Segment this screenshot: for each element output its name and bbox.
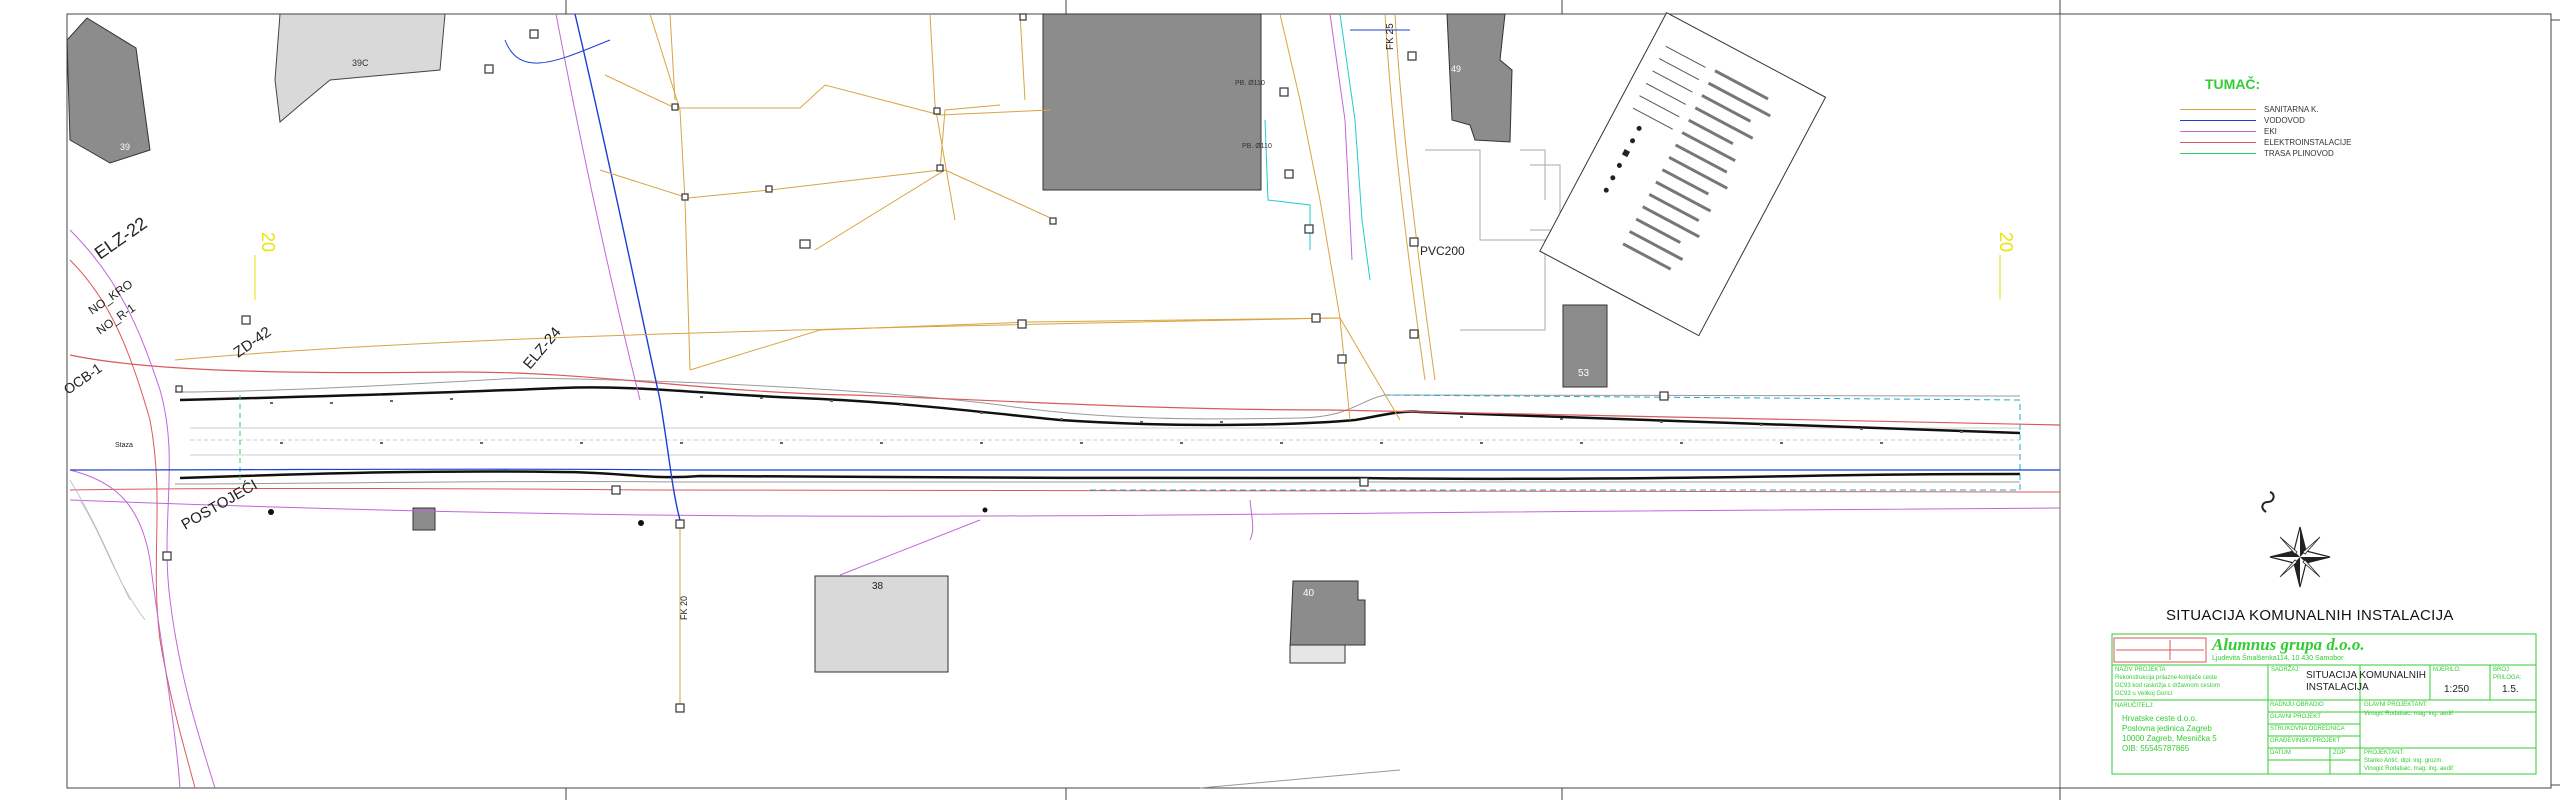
building-label-39c: 39C <box>352 58 369 68</box>
legend-swatch <box>2180 130 2256 132</box>
legend-label: TRASA PLINOVOD <box>2264 148 2334 158</box>
sheet-frame <box>66 13 2552 789</box>
narucitelj-line-3: 10000 Zagreb, Mesnička 5 <box>2122 734 2217 743</box>
street-label-postojeci: POSTOJEĆI <box>179 476 261 533</box>
sadrzaj-value-2: INSTALACIJA <box>2306 682 2369 693</box>
rotated-legend-panel <box>1539 12 1827 337</box>
broj-priloga-value: 1.5. <box>2502 684 2519 695</box>
line-label-pvc200: PVC200 <box>1420 244 1465 258</box>
line-label-pb-2: PB. Ø110 <box>1242 143 1272 150</box>
projektant-label: PROJEKTANT: <box>2364 750 2405 756</box>
naziv-projekta-line-3: GC93 u Velikoj Gorici <box>2115 691 2173 697</box>
stationing-left: 20 <box>258 232 278 252</box>
mjerilo-value: 1:250 <box>2444 684 2470 695</box>
survey-points <box>270 396 1963 444</box>
building-central-shape <box>1042 13 1262 191</box>
legend-swatch <box>2180 141 2256 143</box>
row-zop: ZOP <box>2333 750 2346 756</box>
company-logo-icon <box>2113 637 2207 663</box>
legend-item-plinovod: TRASA PLINOVOD <box>2180 148 2334 158</box>
line-label-elz-22: ELZ-22 <box>91 213 151 263</box>
company-address: Ljudevita Šmalšenka114, 10 430 Samobor <box>2212 655 2344 662</box>
narucitelj-line-4: OIB: 55545787865 <box>2122 744 2190 753</box>
legend-item-sanitarna: SANITARNA K. <box>2180 104 2319 114</box>
north-s-icon <box>2261 491 2275 513</box>
line-label-fk-25: FK 25 <box>1385 23 1396 50</box>
building-39-shape <box>66 17 151 164</box>
narucitelj-line-1: Hrvatske ceste d.o.o. <box>2122 714 2198 723</box>
legend-swatch <box>2180 152 2256 154</box>
row-gradjevinski-projekt: GRAĐEVINSKI PROJEKT <box>2270 738 2341 744</box>
sadrzaj-label: SADRŽAJ: <box>2271 667 2301 673</box>
legend-label: EKI <box>2264 126 2277 136</box>
legend-item-eki: EKI <box>2180 126 2277 136</box>
legend-item-elektro: ELEKTROINSTALACIJE <box>2180 137 2351 147</box>
glavni-projektant-label: GLAVNI PROJEKTANT: <box>2364 702 2428 708</box>
naziv-projekta-line-2: GC93 kod raskrižja s državnom cestom <box>2115 683 2220 689</box>
legend-item-vodovod: VODOVOD <box>2180 115 2305 125</box>
legend-swatch <box>2180 108 2256 110</box>
line-label-elz-24: ELZ-24 <box>520 324 565 373</box>
projektant-value-2: Vinogić Rodatiaic, mag. ing. aedif <box>2364 766 2453 772</box>
buildings <box>66 13 1608 673</box>
building-label-53: 53 <box>1578 368 1590 379</box>
glavni-projektant-value: Vinogić Rodatiaic, mag. ing. aedif <box>2364 711 2453 717</box>
street-label-staza: Staza <box>115 442 133 449</box>
building-39c-shape <box>274 13 446 123</box>
sadrzaj-value-1: SITUACIJA KOMUNALNIH <box>2306 670 2427 681</box>
building-label-49: 49 <box>1451 64 1461 74</box>
row-strukovna-odrednica: STRUKOVNA ODREDNICA <box>2270 726 2345 732</box>
line-label-pb-1: PB. Ø110 <box>1235 80 1265 87</box>
legend-swatch <box>2180 119 2256 121</box>
building-40-shape <box>1289 580 1366 649</box>
narucitelj-label: NARUČITELJ: <box>2115 703 2154 709</box>
legend-label: ELEKTROINSTALACIJE <box>2264 137 2352 147</box>
north-arrow-icon <box>2269 526 2331 588</box>
broj-priloga-label: BROJ PRILOGA: <box>2493 667 2522 681</box>
legend-label: VODOVOD <box>2264 115 2305 125</box>
naziv-projekta-line-1: Rekonstrukcija prilazne-kolnjače ceste <box>2115 675 2218 681</box>
naziv-projekta-label: NAZIV PROJEKTA <box>2115 667 2166 673</box>
mjerilo-label: MJERILO: <box>2433 667 2461 673</box>
company-name: Alumnus grupa d.o.o. <box>2212 635 2365 654</box>
legend-title: TUMAČ: <box>2205 76 2261 92</box>
projektant-value-1: Stanko Antić, dipl. ing. grozm. <box>2364 758 2444 764</box>
row-glavni-projekt: GLAVNI PROJEKT <box>2270 714 2321 720</box>
building-label-38: 38 <box>872 581 884 592</box>
building-label-39: 39 <box>120 142 130 152</box>
narucitelj-line-2: Poslovna jedinica Zagreb <box>2122 724 2212 733</box>
stationing-right: 20 <box>1996 232 2016 252</box>
row-radnju-obradio: RADNJU OBRADIO <box>2270 702 2324 708</box>
building-label-40: 40 <box>1303 588 1315 599</box>
line-label-fk-20: FK 20 <box>679 596 689 620</box>
drawing-title: SITUACIJA KOMUNALNIH INSTALACIJA <box>2166 607 2454 624</box>
row-datum: DATUM <box>2270 750 2291 756</box>
building-49-shape <box>1446 13 1513 143</box>
legend-label: SANITARNA K. <box>2264 104 2319 114</box>
line-label-zd-42: ZD-42 <box>231 323 275 361</box>
